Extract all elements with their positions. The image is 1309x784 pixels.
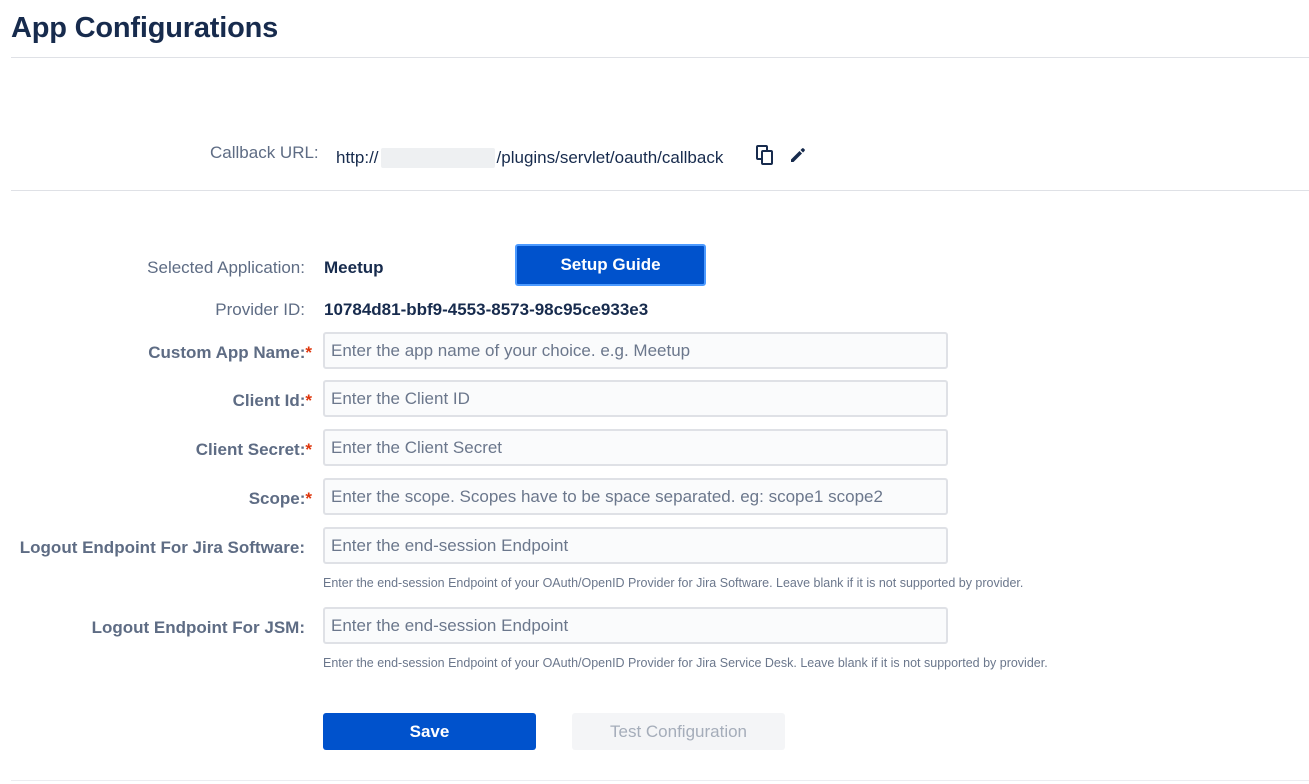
logout-endpoint-jira-label: Logout Endpoint For Jira Software: <box>19 538 305 557</box>
logout-endpoint-jsm-input[interactable] <box>323 607 948 644</box>
pencil-icon[interactable] <box>788 145 808 165</box>
custom-app-name-input[interactable] <box>323 332 948 369</box>
callback-url-value: http:// /plugins/servlet/oauth/callback <box>336 148 723 168</box>
client-id-input[interactable] <box>323 380 948 417</box>
footer-divider <box>11 780 1309 781</box>
title-divider <box>11 57 1309 58</box>
client-secret-label: Client Secret:* <box>196 440 312 460</box>
scope-label: Scope:* <box>249 489 312 509</box>
client-secret-label-text: Client Secret: <box>195 440 306 459</box>
callback-url-prefix: http:// <box>336 148 379 167</box>
section-divider <box>11 190 1309 191</box>
required-marker: * <box>305 391 312 410</box>
client-id-label: Client Id:* <box>233 391 312 411</box>
scope-label-text: Scope: <box>248 489 306 508</box>
logout-endpoint-jira-help: Enter the end-session Endpoint of your O… <box>323 576 1024 590</box>
logout-endpoint-jsm-label: Logout Endpoint For JSM: <box>91 618 305 637</box>
test-configuration-button[interactable]: Test Configuration <box>572 713 785 750</box>
redacted-host <box>380 148 495 168</box>
logout-endpoint-jira-input[interactable] <box>323 527 948 564</box>
callback-url-suffix: /plugins/servlet/oauth/callback <box>496 148 724 167</box>
custom-app-name-label-text: Custom App Name: <box>148 343 306 362</box>
save-button[interactable]: Save <box>323 713 536 750</box>
provider-id-label: Provider ID: <box>215 300 305 319</box>
required-marker: * <box>305 440 312 459</box>
setup-guide-button[interactable]: Setup Guide <box>515 244 706 286</box>
callback-url-label: Callback URL: <box>210 143 319 162</box>
required-marker: * <box>305 343 312 362</box>
selected-application-label: Selected Application: <box>147 258 305 277</box>
page-title: App Configurations <box>11 12 279 44</box>
required-marker: * <box>305 489 312 508</box>
client-id-label-text: Client Id: <box>232 391 306 410</box>
logout-endpoint-jsm-help: Enter the end-session Endpoint of your O… <box>323 656 1048 670</box>
client-secret-input[interactable] <box>323 429 948 466</box>
copy-icon[interactable] <box>755 145 775 165</box>
scope-input[interactable] <box>323 478 948 515</box>
selected-application-value: Meetup <box>324 258 384 277</box>
custom-app-name-label: Custom App Name:* <box>148 343 312 363</box>
provider-id-value: 10784d81-bbf9-4553-8573-98c95ce933e3 <box>324 300 649 319</box>
